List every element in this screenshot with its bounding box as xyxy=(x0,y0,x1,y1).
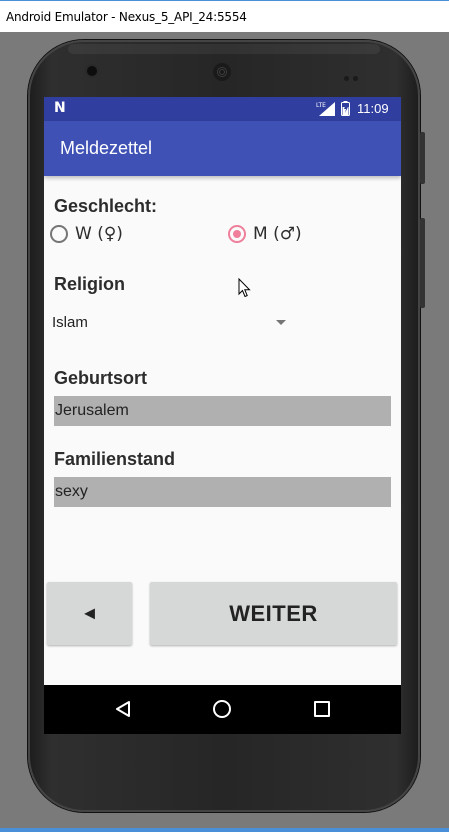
nav-recents-icon[interactable] xyxy=(314,701,330,717)
front-camera xyxy=(87,66,97,76)
volume-button[interactable] xyxy=(420,218,425,308)
dropdown-arrow-icon[interactable] xyxy=(276,320,286,325)
religion-selected-value[interactable]: Islam xyxy=(52,314,88,331)
radio-female[interactable] xyxy=(50,225,68,243)
battery-icon xyxy=(341,101,350,116)
marital-status-label: Familienstand xyxy=(54,449,176,469)
navigation-bar xyxy=(44,685,401,734)
birthplace-label: Geburtsort xyxy=(54,368,148,388)
religion-label: Religion xyxy=(54,274,125,294)
window-bottom-border xyxy=(0,828,449,832)
power-button[interactable] xyxy=(420,132,425,184)
app-title: Meldezettel xyxy=(60,138,153,158)
nav-home-icon[interactable] xyxy=(213,700,231,718)
phone-screen: N LTE 11:09 Meldezettel Geschlecht: W (♀… xyxy=(44,97,401,734)
radio-male-label[interactable]: M (♂) xyxy=(253,224,302,244)
emulator-window-titlebar[interactable]: Android Emulator - Nexus_5_API_24:5554 xyxy=(0,0,449,32)
phone-bezel-highlight xyxy=(68,44,380,54)
mouse-cursor-icon xyxy=(238,278,251,298)
proximity-sensors xyxy=(344,68,364,81)
back-button[interactable]: ◄ xyxy=(47,582,132,645)
radio-female-label[interactable]: W (♀) xyxy=(75,224,123,244)
marital-status-field[interactable]: sexy xyxy=(54,477,391,507)
lte-label: LTE xyxy=(316,102,326,109)
nav-back-icon[interactable] xyxy=(114,700,132,718)
lte-signal-icon: LTE xyxy=(316,102,335,116)
android-n-icon: N xyxy=(54,100,66,116)
radio-male[interactable] xyxy=(228,225,246,243)
birthplace-field[interactable]: Jerusalem xyxy=(54,396,391,426)
earpiece-speaker xyxy=(213,63,231,81)
status-bar: N LTE 11:09 xyxy=(44,97,401,121)
next-button[interactable]: WEITER xyxy=(150,582,397,645)
gender-label: Geschlecht: xyxy=(54,196,158,216)
app-bar: Meldezettel xyxy=(44,121,401,176)
window-title: Android Emulator - Nexus_5_API_24:5554 xyxy=(6,10,247,24)
status-clock: 11:09 xyxy=(357,101,389,116)
